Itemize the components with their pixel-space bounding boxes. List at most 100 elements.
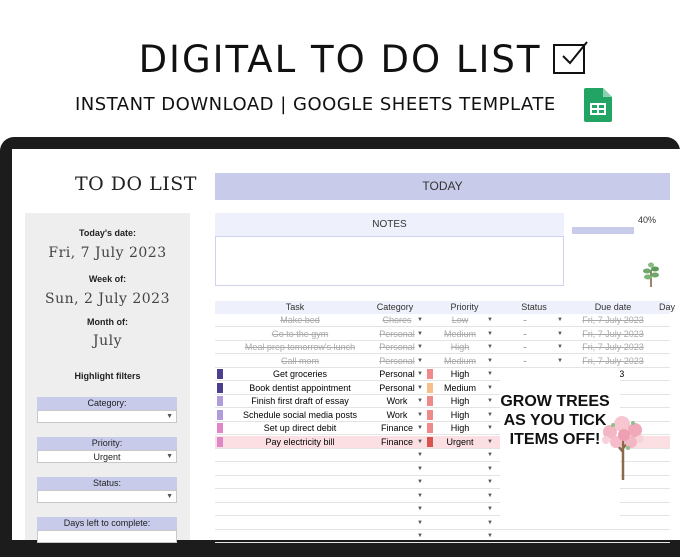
due-date-cell[interactable]: Fri, 7 July 2023 [578, 328, 648, 340]
dropdown-arrow-icon[interactable]: ▼ [487, 530, 493, 542]
status-cell[interactable]: - [505, 314, 545, 326]
dropdown-arrow-icon[interactable]: ▼ [487, 436, 493, 448]
task-cell[interactable]: Meal prep tomorrow's lunch [225, 341, 375, 353]
status-filter-label: Status: [37, 477, 177, 490]
dropdown-arrow-icon[interactable]: ▼ [417, 422, 423, 434]
progress-percent: 40% [638, 215, 657, 225]
task-cell[interactable]: Finish first draft of essay [225, 395, 375, 407]
task-cell[interactable]: Set up direct debit [225, 422, 375, 434]
dropdown-arrow-icon[interactable]: ▼ [487, 517, 493, 529]
priority-cell[interactable]: High [435, 341, 485, 353]
table-row[interactable]: Go to the gym Personal Medium - Fri, 7 July … [215, 328, 670, 341]
priority-cell[interactable]: High [435, 409, 485, 421]
dropdown-arrow-icon[interactable]: ▼ [417, 395, 423, 407]
priority-color-swatch [427, 396, 433, 406]
dropdown-arrow-icon[interactable]: ▼ [487, 341, 493, 353]
priority-filter-label: Priority: [37, 437, 177, 450]
priority-cell[interactable]: Medium [435, 328, 485, 340]
category-color-swatch [217, 436, 223, 447]
dropdown-arrow-icon[interactable]: ▼ [417, 476, 423, 488]
dropdown-arrow-icon[interactable]: ▼ [487, 503, 493, 515]
dropdown-arrow-icon[interactable]: ▼ [487, 314, 493, 326]
dropdown-arrow-icon[interactable]: ▼ [417, 355, 423, 367]
dropdown-arrow-icon[interactable]: ▼ [487, 355, 493, 367]
due-date-cell[interactable]: Fri, 7 July 2023 [578, 355, 648, 367]
priority-cell[interactable]: Urgent [435, 436, 485, 448]
table-row[interactable]: ▼ ▼ [215, 517, 670, 530]
table-row[interactable]: Meal prep tomorrow's lunch Personal High - F… [215, 341, 670, 354]
month-of-value: July [92, 333, 122, 349]
dropdown-arrow-icon[interactable]: ▼ [557, 355, 563, 367]
priority-filter-select[interactable]: Urgent ▼ [37, 450, 177, 463]
priority-cell[interactable]: High [435, 422, 485, 434]
dropdown-arrow-icon[interactable]: ▼ [417, 503, 423, 515]
priority-cell[interactable]: Low [435, 314, 485, 326]
priority-cell[interactable]: High [435, 395, 485, 407]
days-left-filter-select[interactable] [37, 530, 177, 543]
dropdown-arrow-icon[interactable]: ▼ [417, 341, 423, 353]
small-tree-icon [643, 262, 659, 287]
dropdown-arrow-icon[interactable]: ▼ [417, 409, 423, 421]
dropdown-arrow-icon[interactable]: ▼ [417, 530, 423, 542]
dropdown-arrow-icon[interactable]: ▼ [487, 368, 493, 380]
table-row[interactable]: Call mom Personal Medium - Fri, 7 July 2023 ▼… [215, 355, 670, 368]
dropdown-arrow-icon[interactable]: ▼ [487, 490, 493, 502]
category-filter-select[interactable]: ▼ [37, 410, 177, 423]
dropdown-arrow-icon[interactable]: ▼ [417, 490, 423, 502]
task-cell[interactable]: Call mom [225, 355, 375, 367]
category-color-swatch [217, 369, 223, 379]
week-of-value: Sun, 2 July 2023 [45, 291, 170, 307]
task-cell[interactable]: Pay electricity bill [225, 436, 375, 448]
status-cell[interactable]: - [505, 341, 545, 353]
status-filter-select[interactable]: ▼ [37, 490, 177, 503]
dropdown-arrow-icon[interactable]: ▼ [487, 463, 493, 475]
task-cell[interactable]: Book dentist appointment [225, 382, 375, 394]
dropdown-arrow-icon[interactable]: ▼ [417, 463, 423, 475]
table-row[interactable]: Make bed Chores Low - Fri, 7 July 2023 ▼ ▼ ▼ [215, 314, 670, 327]
promo-text: GROW TREES AS YOU TICK ITEMS OFF! [500, 393, 610, 448]
dropdown-arrow-icon[interactable]: ▼ [417, 328, 423, 340]
dropdown-arrow-icon[interactable]: ▼ [417, 449, 423, 461]
task-cell[interactable]: Go to the gym [225, 328, 375, 340]
dropdown-arrow-icon[interactable]: ▼ [487, 409, 493, 421]
dropdown-arrow-icon[interactable]: ▼ [487, 395, 493, 407]
dropdown-arrow-icon[interactable]: ▼ [557, 314, 563, 326]
priority-filter-value: Urgent [93, 452, 121, 462]
status-cell[interactable]: - [505, 355, 545, 367]
priority-cell[interactable]: High [435, 368, 485, 380]
sheet-title: TO DO LIST [75, 173, 197, 195]
notes-input[interactable] [215, 236, 564, 286]
dropdown-arrow-icon[interactable]: ▼ [487, 449, 493, 461]
priority-color-swatch [427, 423, 433, 433]
dropdown-arrow-icon: ▼ [166, 453, 173, 460]
task-cell[interactable]: Schedule social media posts [225, 409, 375, 421]
task-cell[interactable]: Get groceries [225, 368, 375, 380]
status-cell[interactable]: - [505, 328, 545, 340]
dropdown-arrow-icon[interactable]: ▼ [417, 368, 423, 380]
dropdown-arrow-icon[interactable]: ▼ [417, 436, 423, 448]
dropdown-arrow-icon[interactable]: ▼ [417, 314, 423, 326]
dropdown-arrow-icon[interactable]: ▼ [487, 422, 493, 434]
table-row[interactable]: ▼ ▼ [215, 530, 670, 543]
due-date-cell[interactable]: Fri, 7 July 2023 [578, 341, 648, 353]
priority-color-swatch [427, 382, 433, 393]
task-cell[interactable]: Make bed [225, 314, 375, 326]
priority-cell[interactable]: Medium [435, 355, 485, 367]
category-color-swatch [217, 396, 223, 406]
dropdown-arrow-icon[interactable]: ▼ [487, 328, 493, 340]
dropdown-arrow-icon[interactable]: ▼ [557, 328, 563, 340]
dropdown-arrow-icon[interactable]: ▼ [417, 517, 423, 529]
dropdown-arrow-icon[interactable]: ▼ [487, 476, 493, 488]
blossom-tree-icon [602, 416, 644, 480]
dropdown-arrow-icon[interactable]: ▼ [487, 382, 493, 394]
dropdown-arrow-icon[interactable]: ▼ [557, 341, 563, 353]
column-header-status: Status [521, 302, 547, 312]
notes-header: NOTES [215, 213, 564, 236]
category-color-swatch [217, 382, 223, 393]
subheadline: INSTANT DOWNLOAD | GOOGLE SHEETS TEMPLAT… [75, 94, 556, 115]
google-sheets-icon [584, 88, 612, 122]
dropdown-arrow-icon[interactable]: ▼ [417, 382, 423, 394]
due-date-cell[interactable]: Fri, 7 July 2023 [578, 314, 648, 326]
category-color-swatch [217, 409, 223, 420]
priority-cell[interactable]: Medium [435, 382, 485, 394]
